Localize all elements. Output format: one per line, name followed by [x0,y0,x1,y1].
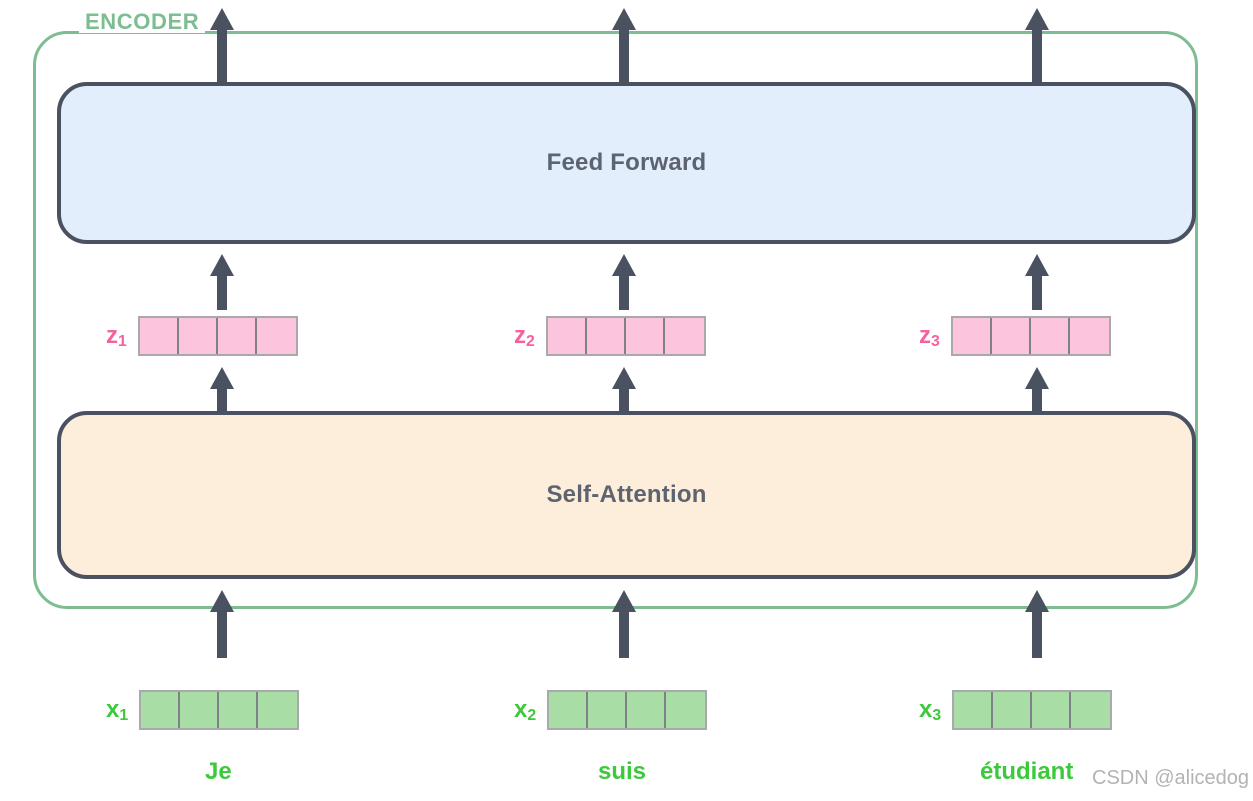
vector-cell [139,318,179,354]
vector-z3-subscript: 3 [931,332,940,350]
vector-cell [217,318,257,354]
arrow-up-icon-x1-to-sa [209,588,235,658]
watermark: CSDN @alicedog [1092,767,1250,789]
vector-cell [1032,692,1072,728]
vector-z1-label: z1 [106,322,127,350]
arrow-up-icon-x2-to-sa [611,588,637,658]
vector-x3-cells [952,690,1113,730]
arrow-up-icon-output-2 [611,6,637,84]
vector-cell [178,318,218,354]
vector-cell [547,318,587,354]
vector-cell [1069,318,1109,354]
feed-forward-label: Feed Forward [546,149,707,176]
token-label-3: étudiant [980,758,1074,785]
arrow-up-icon-z2-to-ff [611,252,637,310]
vector-x1: x1 [106,690,300,730]
vector-z1-subscript: 1 [118,332,127,350]
vector-cell [588,692,628,728]
vector-x1-label: x1 [106,696,129,724]
vector-x1-symbol: x [106,696,120,723]
vector-cell [627,692,667,728]
diagram-canvas: ENCODER Feed Forward z1 z2 z3 Self-Atten… [0,0,1253,801]
vector-cell [258,692,298,728]
vector-z1-symbol: z [106,322,118,349]
vector-x3-subscript: 3 [932,706,942,724]
vector-cell [993,692,1033,728]
vector-cell [586,318,626,354]
arrow-up-icon-z1-to-ff [209,252,235,310]
vector-cell [1071,692,1111,728]
self-attention-label: Self-Attention [546,481,707,508]
vector-cell [625,318,665,354]
vector-z3-label: z3 [919,322,940,350]
vector-cell [180,692,220,728]
arrow-up-icon-sa-to-z3 [1024,365,1050,413]
vector-z3: z3 [919,316,1111,356]
vector-z3-symbol: z [919,322,931,349]
vector-z2: z2 [514,316,706,356]
vector-cell [954,692,994,728]
arrow-up-icon-sa-to-z2 [611,365,637,413]
token-label-1: Je [205,758,232,785]
vector-x1-cells [139,690,300,730]
vector-z3-cells [950,316,1111,356]
vector-cell [549,692,589,728]
vector-z1: z1 [106,316,298,356]
self-attention-layer[interactable]: Self-Attention [57,411,1196,579]
arrow-up-icon-output-3 [1024,6,1050,84]
arrow-up-icon-z3-to-ff [1024,252,1050,310]
vector-x1-subscript: 1 [119,706,129,724]
feed-forward-layer[interactable]: Feed Forward [57,82,1196,244]
vector-cell [1030,318,1070,354]
vector-x2-label: x2 [514,696,537,724]
vector-x2-cells [547,690,708,730]
vector-z2-subscript: 2 [526,332,535,350]
arrow-up-icon-sa-to-z1 [209,365,235,413]
vector-cell [141,692,181,728]
vector-x3-symbol: x [919,696,933,723]
arrow-up-icon-x3-to-sa [1024,588,1050,658]
arrow-up-icon-output-1 [209,6,235,84]
vector-x3: x3 [919,690,1113,730]
vector-cell [664,318,704,354]
vector-z2-symbol: z [514,322,526,349]
vector-x2-subscript: 2 [527,706,537,724]
vector-cell [952,318,992,354]
vector-x3-label: x3 [919,696,942,724]
vector-cell [991,318,1031,354]
token-label-2: suis [598,758,647,785]
vector-x2: x2 [514,690,708,730]
vector-x2-symbol: x [514,696,528,723]
vector-z1-cells [137,316,298,356]
vector-z2-cells [545,316,706,356]
vector-cell [256,318,296,354]
encoder-label: ENCODER [79,10,206,33]
vector-cell [219,692,259,728]
vector-cell [666,692,706,728]
vector-z2-label: z2 [514,322,535,350]
